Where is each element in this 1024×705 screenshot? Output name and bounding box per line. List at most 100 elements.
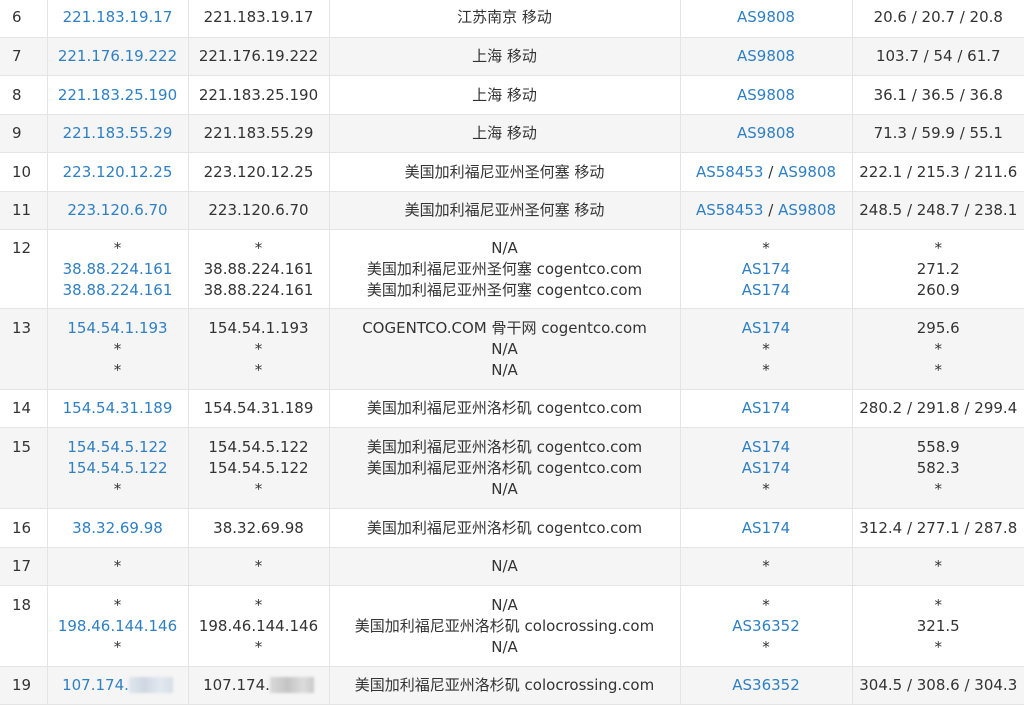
ip-text[interactable]: 221.183.25.190 [58, 86, 177, 104]
asn-cell: AS9808 [680, 0, 852, 37]
asn-link[interactable]: AS9808 [737, 124, 795, 142]
ip-link[interactable]: 38.32.69.98 [48, 518, 188, 539]
ip-text[interactable]: 38.32.69.98 [72, 519, 163, 537]
ip-link[interactable]: 154.54.31.189 [48, 398, 188, 419]
ip-link[interactable]: 107.174. [48, 675, 188, 696]
asn-link[interactable]: AS36352 [732, 676, 800, 694]
ip-text[interactable]: 154.54.31.189 [63, 399, 173, 417]
ip-text: * [114, 638, 122, 656]
latency-cell: 71.3 / 59.9 / 55.1 [852, 114, 1024, 152]
hop-number: 9 [12, 123, 47, 144]
ip-text[interactable]: 223.120.6.70 [67, 201, 167, 219]
ip-link[interactable]: 38.88.224.161 [48, 280, 188, 301]
asn-cell: AS174 [680, 389, 852, 427]
ip-text[interactable]: 221.176.19.222 [58, 47, 177, 65]
latency: 304.5 / 308.6 / 304.3 [853, 675, 1024, 696]
asn-link[interactable]: AS174 [742, 399, 790, 417]
hostname-text: 198.46.144.146 [199, 617, 318, 635]
hostname-cell: 221.183.25.190 [188, 75, 329, 114]
ip-timeout: * [48, 479, 188, 500]
hostname-timeout: * [189, 556, 329, 577]
ip-link[interactable]: 38.88.224.161 [48, 259, 188, 280]
ip-link[interactable]: 221.183.25.190 [48, 85, 188, 106]
hostname-text: 154.54.1.193 [208, 319, 308, 337]
latency-cell: 280.2 / 291.8 / 299.4 [852, 389, 1024, 427]
ip-text[interactable]: 198.46.144.146 [58, 617, 177, 635]
asn-link[interactable]: AS9808 [737, 47, 795, 65]
ip-link[interactable]: 154.54.5.122 [48, 458, 188, 479]
asn-link[interactable]: AS174 [742, 438, 790, 456]
asn-link[interactable]: AS174 [742, 459, 790, 477]
ip-text[interactable]: 107.174. [62, 676, 129, 694]
latency: 20.6 / 20.7 / 20.8 [853, 7, 1024, 28]
ip-timeout: * [48, 360, 188, 381]
asn-link[interactable]: AS58453 [696, 201, 764, 219]
hostname-cell: 154.54.31.189 [188, 389, 329, 427]
latency: 222.1 / 215.3 / 211.6 [853, 162, 1024, 183]
hostname-text: * [255, 638, 263, 656]
hop-row: 14154.54.31.189154.54.31.189美国加利福尼亚州洛杉矶 … [0, 389, 1024, 427]
hop-number-cell: 12 [0, 229, 47, 308]
ip-text[interactable]: 38.88.224.161 [63, 260, 173, 278]
location: 美国加利福尼亚州圣何塞 cogentco.com [330, 259, 680, 280]
asn-link[interactable]: AS9808 [778, 163, 836, 181]
asn-cell: AS36352 [680, 666, 852, 704]
latency-cell: *321.5* [852, 585, 1024, 666]
hostname: 198.46.144.146 [189, 616, 329, 637]
hostname: 154.54.5.122 [189, 437, 329, 458]
location-cell: 美国加利福尼亚州洛杉矶 colocrossing.com [329, 666, 680, 704]
hop-number-cell: 7 [0, 37, 47, 75]
asn-line: AS174 [681, 518, 852, 539]
ip-link[interactable]: 221.176.19.222 [48, 46, 188, 67]
asn-link[interactable]: AS58453 [696, 163, 764, 181]
location: 美国加利福尼亚州洛杉矶 colocrossing.com [330, 616, 680, 637]
asn-link[interactable]: AS9808 [737, 86, 795, 104]
latency-cell: 222.1 / 215.3 / 211.6 [852, 152, 1024, 191]
location: N/A [330, 556, 680, 577]
asn-link[interactable]: AS174 [742, 319, 790, 337]
ip-text[interactable]: 154.54.5.122 [67, 438, 167, 456]
asn-link[interactable]: AS174 [742, 281, 790, 299]
hostname-text: * [255, 361, 263, 379]
ip-text[interactable]: 221.183.19.17 [63, 8, 173, 26]
hostname-text: * [255, 340, 263, 358]
ip-link[interactable]: 154.54.1.193 [48, 318, 188, 339]
asn-link[interactable]: AS9808 [737, 8, 795, 26]
asn-line: AS9808 [681, 85, 852, 106]
asn-line: AS174 [681, 259, 852, 280]
ip-text[interactable]: 154.54.5.122 [67, 459, 167, 477]
asn-line: * [681, 556, 852, 577]
asn-link[interactable]: AS36352 [732, 617, 800, 635]
asn-link[interactable]: AS174 [742, 519, 790, 537]
asn-cell: *AS36352* [680, 585, 852, 666]
ip-text[interactable]: 38.88.224.161 [63, 281, 173, 299]
hostname-cell: 154.54.1.193 * * [188, 308, 329, 389]
asn-timeout: * [762, 239, 770, 257]
location: 上海 移动 [330, 46, 680, 67]
hostname: 223.120.12.25 [189, 162, 329, 183]
hop-number: 7 [12, 46, 47, 67]
ip-link[interactable]: 223.120.12.25 [48, 162, 188, 183]
location: 美国加利福尼亚州洛杉矶 cogentco.com [330, 437, 680, 458]
ip-text[interactable]: 221.183.55.29 [63, 124, 173, 142]
latency: * [853, 595, 1024, 616]
ip-link[interactable]: 198.46.144.146 [48, 616, 188, 637]
asn-link[interactable]: AS174 [742, 260, 790, 278]
location: 美国加利福尼亚州洛杉矶 cogentco.com [330, 458, 680, 479]
ip-link[interactable]: 221.183.55.29 [48, 123, 188, 144]
ip-link[interactable]: 154.54.5.122 [48, 437, 188, 458]
location-cell: 美国加利福尼亚州圣何塞 移动 [329, 191, 680, 229]
ip-cell: 221.183.19.17 [47, 0, 188, 37]
ip-link[interactable]: 221.183.19.17 [48, 7, 188, 28]
ip-text[interactable]: 154.54.1.193 [67, 319, 167, 337]
hop-number: 14 [12, 398, 47, 419]
ip-text[interactable]: 223.120.12.25 [63, 163, 173, 181]
asn-line: AS36352 [681, 616, 852, 637]
ip-text: * [114, 340, 122, 358]
asn-link[interactable]: AS9808 [778, 201, 836, 219]
hostname-text: 154.54.5.122 [208, 459, 308, 477]
ip-link[interactable]: 223.120.6.70 [48, 200, 188, 221]
location: 上海 移动 [330, 123, 680, 144]
hostname-timeout: * [189, 238, 329, 259]
ip-cell: 154.54.1.193 * * [47, 308, 188, 389]
